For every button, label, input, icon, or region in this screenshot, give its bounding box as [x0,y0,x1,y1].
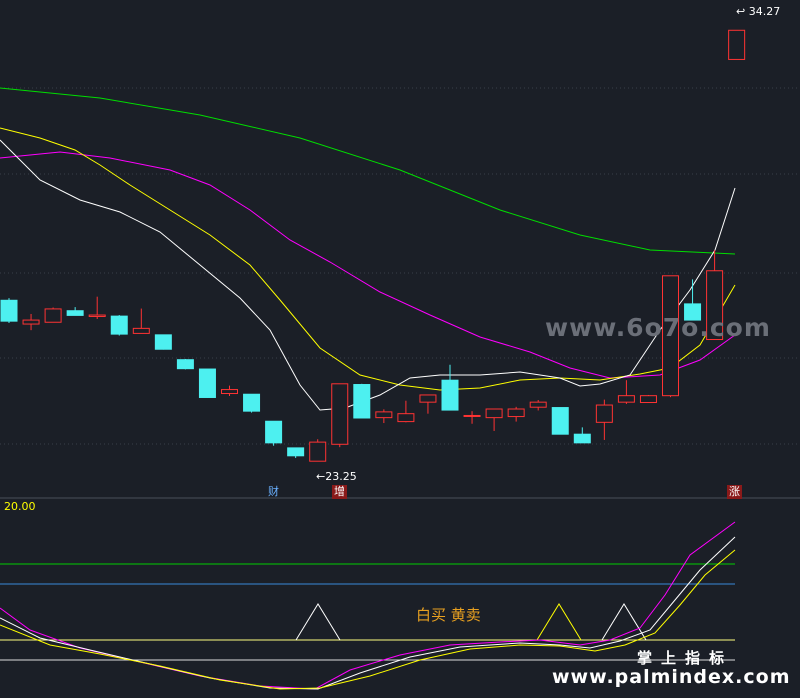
indicator-legend: 白买 黄卖 [416,606,481,624]
candle-body[interactable] [198,368,216,398]
candle-body[interactable] [551,407,569,435]
candle-body[interactable] [573,433,591,444]
candlestick-chart[interactable] [0,0,800,698]
candle-body[interactable] [243,393,261,412]
stock-chart-window: ↩ 34.27 ←23.25 财 增 涨 20.00 白买 黄卖 www.6o7… [0,0,800,698]
candle-body[interactable] [507,408,525,418]
candle-body[interactable] [728,29,746,60]
brand-name: 掌上指标 [637,649,734,667]
candle-body[interactable] [44,308,62,323]
ma5-line [0,139,736,411]
low-price-label: ←23.25 [316,470,357,483]
candle-body[interactable] [265,420,283,444]
ma60-line [0,87,736,255]
candle-body[interactable] [176,359,194,370]
candle-body[interactable] [595,404,613,423]
event-tag-rise[interactable]: 涨 [727,485,742,499]
candle-body[interactable] [485,408,503,419]
candle-body[interactable] [529,401,547,408]
ma20-line [0,151,736,379]
brand-url: www.palmindex.com [552,666,791,688]
candle-body[interactable] [639,395,657,404]
arrow-left-icon: ↩ [736,5,746,18]
candles-group [0,29,746,462]
candle-body[interactable] [309,441,327,462]
candle-body[interactable] [463,414,481,417]
event-tag-finance[interactable]: 财 [266,485,281,499]
candle-body[interactable] [154,334,172,350]
candle-body[interactable] [221,389,238,395]
candle-body[interactable] [88,314,106,317]
high-price-value: 34.27 [748,5,781,18]
candle-body[interactable] [287,447,305,457]
event-tag-increase[interactable]: 增 [332,485,347,499]
arrow-left-icon: ← [316,470,326,483]
candle-body[interactable] [132,327,150,334]
buy-signal-triangle [295,603,341,641]
candle-body[interactable] [22,319,40,325]
candle-body[interactable] [397,413,415,423]
candle-body[interactable] [617,395,635,403]
high-price-label: ↩ 34.27 [736,5,780,18]
candle-body[interactable] [66,310,84,316]
candle-body[interactable] [441,379,459,411]
indicator-value: 20.00 [4,500,36,513]
candle-body[interactable] [353,384,371,419]
candle-body[interactable] [110,315,128,335]
sell-signal-triangle [536,603,582,641]
watermark: www.6o7o.com [545,313,771,342]
low-price-value: 23.25 [325,470,357,483]
candle-body[interactable] [0,299,18,322]
candle-body[interactable] [375,411,393,419]
ma10-line [0,127,736,391]
candle-body[interactable] [331,383,349,445]
candle-body[interactable] [419,394,437,403]
